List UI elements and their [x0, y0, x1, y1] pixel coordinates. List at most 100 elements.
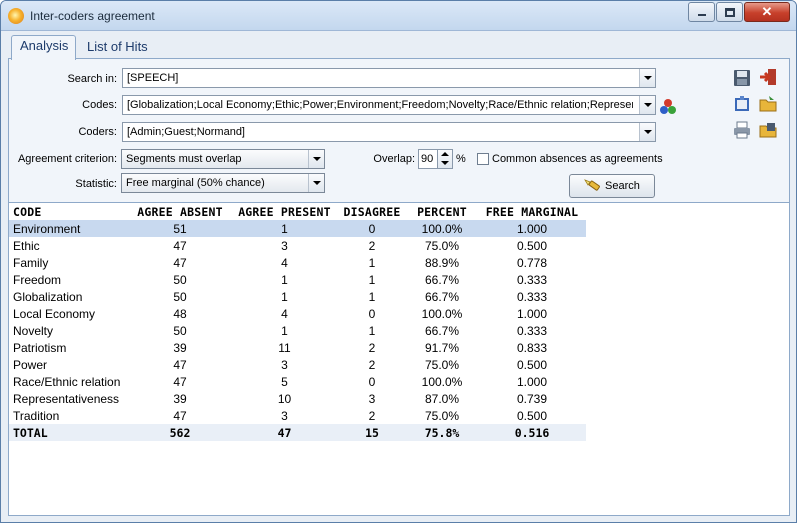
criterion-select[interactable]: Segments must overlap: [121, 149, 325, 169]
close-icon: ✕: [761, 4, 773, 19]
cell-disagree: 2: [368, 408, 376, 423]
cell-code: Patriotism: [13, 340, 67, 355]
table-row[interactable]: Power 47 3 2 75.0% 0.500: [9, 356, 586, 373]
search-flashlight-icon: [584, 179, 600, 191]
chevron-down-icon[interactable]: [639, 69, 655, 87]
table-body: Environment 51 1 0 100.0% 1.000 Ethic 47 3 2 75.0%…: [9, 220, 586, 441]
codes-color-icon[interactable]: [658, 97, 678, 117]
cell-agree-absent: 50: [173, 272, 187, 287]
cell-disagree: 3: [368, 391, 376, 406]
cell-free-marginal: 0.333: [516, 289, 548, 304]
search-button-label: Search: [605, 180, 640, 192]
column-header-disagree[interactable]: DISAGREE: [338, 203, 406, 220]
cell-agree-absent: 47: [173, 357, 187, 372]
cell-disagree: 0: [338, 220, 406, 237]
cell-code: Environment: [9, 220, 129, 237]
print-icon[interactable]: [732, 120, 752, 140]
table-row[interactable]: Freedom 50 1 1 66.7% 0.333: [9, 271, 586, 288]
cell-code: Representativeness: [13, 391, 120, 406]
cell-code: Race/Ethnic relation: [13, 374, 121, 389]
column-header-free-marginal[interactable]: FREE MARGINAL: [478, 203, 586, 220]
chevron-down-icon[interactable]: [639, 96, 655, 114]
cell-free-marginal: 0.500: [516, 238, 548, 253]
cell-percent: 75.0%: [424, 408, 460, 423]
cell-agree-present: 3: [281, 357, 288, 372]
search-in-combo[interactable]: [SPEECH]: [122, 68, 656, 88]
common-absences-checkbox[interactable]: [477, 153, 489, 165]
cell-disagree: 1: [368, 323, 376, 338]
cell-disagree: 0: [368, 374, 376, 389]
cell-agree-present: 1: [281, 323, 288, 338]
table-total-row[interactable]: TOTAL 562 47 15 75.8% 0.516: [9, 424, 586, 441]
window-title: Inter-coders agreement: [30, 9, 155, 23]
maximize-button[interactable]: [716, 2, 743, 22]
codes-combo[interactable]: [Globalization;Local Economy;Ethic;Power…: [122, 95, 656, 115]
minimize-button[interactable]: [688, 2, 715, 22]
criterion-label: Agreement criterion:: [17, 153, 117, 165]
cell-agree-absent: 39: [173, 391, 187, 406]
tab-analysis[interactable]: Analysis: [11, 35, 76, 60]
table-row[interactable]: Family 47 4 1 88.9% 0.778: [9, 254, 586, 271]
chevron-down-icon[interactable]: [308, 150, 324, 168]
table-row[interactable]: Ethic 47 3 2 75.0% 0.500: [9, 237, 586, 254]
cell-agree-present: 3: [281, 408, 288, 423]
table-row[interactable]: Environment 51 1 0 100.0% 1.000: [9, 220, 586, 237]
column-header-agree-absent[interactable]: AGREE ABSENT: [129, 203, 231, 220]
cell-free-marginal: 0.500: [516, 357, 548, 372]
search-in-label: Search in:: [67, 73, 117, 85]
save-icon[interactable]: [732, 68, 752, 88]
cell-disagree: 1: [368, 255, 376, 270]
cell-agree-present: 11: [278, 340, 291, 355]
cell-free-marginal: 0.833: [516, 340, 548, 355]
cell-disagree: 15: [338, 424, 406, 441]
cell-agree-absent: 51: [129, 220, 231, 237]
overlap-stepper[interactable]: [437, 149, 453, 169]
coders-combo[interactable]: [Admin;Guest;Normand]: [122, 122, 656, 142]
cell-free-marginal: 0.739: [516, 391, 548, 406]
table-row[interactable]: Novelty 50 1 1 66.7% 0.333: [9, 322, 586, 339]
table-row[interactable]: Local Economy 48 4 0 100.0% 1.000: [9, 305, 586, 322]
maximize-icon: [725, 8, 735, 17]
stepper-down-icon[interactable]: [441, 161, 449, 165]
column-header-code[interactable]: CODE: [9, 203, 129, 220]
cell-agree-absent: 47: [173, 408, 187, 423]
column-header-agree-present[interactable]: AGREE PRESENT: [231, 203, 338, 220]
open-folder-icon[interactable]: [758, 94, 778, 114]
tab-strip: Analysis List of Hits: [1, 31, 796, 60]
inter-coders-window: Inter-coders agreement ✕ Analysis List o…: [0, 0, 797, 523]
tab-list-of-hits[interactable]: List of Hits: [79, 37, 161, 59]
search-in-value: [SPEECH]: [127, 72, 179, 84]
statistic-select[interactable]: Free marginal (50% chance): [121, 173, 325, 193]
table-row[interactable]: Patriotism 39 11 2 91.7% 0.833: [9, 339, 586, 356]
cell-agree-absent: 50: [173, 323, 187, 338]
cell-disagree: 1: [368, 289, 376, 304]
cell-percent: 75.0%: [424, 238, 460, 253]
cell-free-marginal: 1.000: [516, 374, 548, 389]
overlap-input[interactable]: 90: [418, 149, 438, 169]
book-icon[interactable]: [732, 94, 752, 114]
close-button[interactable]: ✕: [744, 2, 790, 22]
chevron-down-icon[interactable]: [308, 174, 324, 192]
stepper-up-icon[interactable]: [441, 152, 449, 156]
export-icon[interactable]: [758, 120, 778, 140]
cell-agree-present: 4: [281, 306, 288, 321]
cell-free-marginal: 1.000: [516, 306, 548, 321]
table-row[interactable]: Tradition 47 3 2 75.0% 0.500: [9, 407, 586, 424]
table-row[interactable]: Globalization 50 1 1 66.7% 0.333: [9, 288, 586, 305]
cell-free-marginal: 0.778: [516, 255, 548, 270]
cell-agree-present: 3: [281, 238, 288, 253]
cell-code: Family: [13, 255, 49, 270]
results-grid[interactable]: CODE AGREE ABSENT AGREE PRESENT DISAGREE…: [8, 202, 790, 516]
codes-label: Codes:: [82, 99, 117, 111]
cell-agree-present: 5: [281, 374, 288, 389]
cell-code: Power: [13, 357, 48, 372]
search-button[interactable]: Search: [569, 174, 655, 198]
table-row[interactable]: Representativeness 39 10 3 87.0% 0.739: [9, 390, 586, 407]
cell-agree-present: 1: [231, 220, 338, 237]
cell-percent: 75.0%: [424, 357, 460, 372]
column-header-percent[interactable]: PERCENT: [406, 203, 478, 220]
exit-icon[interactable]: [758, 67, 778, 87]
table-row[interactable]: Race/Ethnic relation 47 5 0 100.0% 1.000: [9, 373, 586, 390]
cell-disagree: 2: [368, 357, 376, 372]
chevron-down-icon[interactable]: [639, 123, 655, 141]
